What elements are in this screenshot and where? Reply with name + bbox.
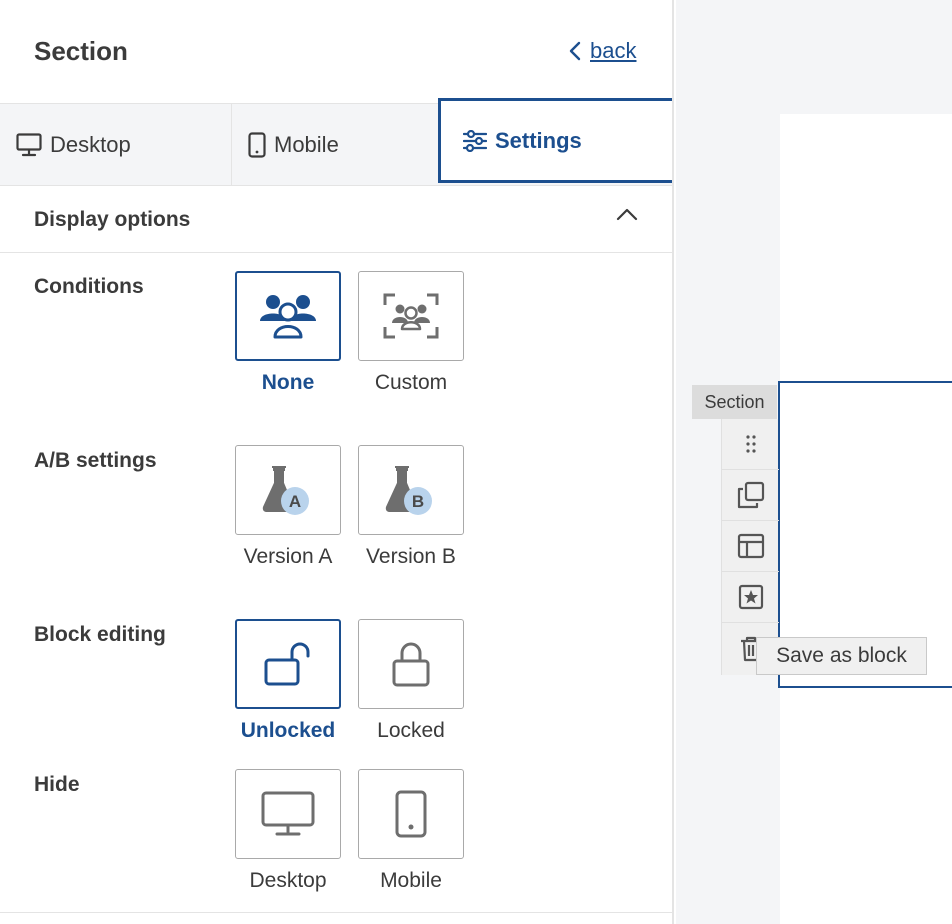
monitor-icon bbox=[16, 132, 42, 156]
phone-icon bbox=[395, 790, 427, 838]
drag-handle-icon bbox=[745, 435, 756, 453]
section-tag: Section bbox=[692, 385, 777, 419]
tab-bar: Desktop Mobile Settings bbox=[0, 98, 672, 186]
condition-none-option[interactable] bbox=[235, 271, 341, 361]
lock-icon bbox=[392, 642, 430, 687]
duplicate-button[interactable] bbox=[722, 470, 779, 521]
badge-b: B bbox=[412, 492, 424, 511]
drag-handle-button[interactable] bbox=[722, 419, 779, 470]
tab-desktop[interactable]: Desktop bbox=[0, 104, 232, 185]
back-label: back bbox=[590, 38, 637, 63]
settings-panel: Section back Desktop Mobile Settings Dis… bbox=[0, 0, 674, 924]
unlocked-label: Unlocked bbox=[240, 719, 336, 742]
tab-label: Desktop bbox=[50, 131, 131, 157]
hide-label: Hide bbox=[34, 773, 80, 796]
users-frame-icon bbox=[383, 293, 439, 339]
display-options-title: Display options bbox=[34, 208, 191, 231]
ab-settings-label: A/B settings bbox=[34, 449, 157, 472]
layout-button[interactable] bbox=[722, 521, 779, 572]
tooltip: Save as block bbox=[756, 637, 927, 675]
version-a-option[interactable]: A bbox=[235, 445, 341, 535]
version-b-label: Version B bbox=[366, 545, 456, 568]
tab-settings[interactable]: Settings bbox=[438, 98, 672, 183]
tab-label: Mobile bbox=[274, 131, 339, 157]
save-as-block-button[interactable] bbox=[722, 572, 779, 623]
condition-none-label: None bbox=[261, 371, 315, 394]
users-icon bbox=[260, 295, 316, 339]
divider bbox=[0, 912, 672, 913]
locked-label: Locked bbox=[377, 719, 445, 742]
tab-label: Settings bbox=[495, 127, 582, 153]
hide-desktop-option[interactable] bbox=[235, 769, 341, 859]
panel-title: Section bbox=[34, 36, 128, 66]
condition-custom-option[interactable] bbox=[358, 271, 464, 361]
layout-icon bbox=[737, 533, 764, 559]
version-a-label: Version A bbox=[243, 545, 333, 568]
version-b-option[interactable]: B bbox=[358, 445, 464, 535]
phone-icon bbox=[248, 131, 266, 158]
hide-mobile-label: Mobile bbox=[380, 869, 442, 892]
hide-mobile-option[interactable] bbox=[358, 769, 464, 859]
sliders-icon bbox=[463, 129, 487, 152]
condition-custom-label: Custom bbox=[374, 371, 448, 394]
duplicate-icon bbox=[737, 481, 764, 509]
panel-header: Section back bbox=[0, 0, 672, 104]
chevron-up-icon[interactable] bbox=[614, 204, 640, 224]
chevron-left-icon bbox=[569, 41, 581, 61]
block-editing-label: Block editing bbox=[34, 623, 166, 646]
star-icon bbox=[738, 584, 763, 610]
unlock-icon bbox=[264, 642, 310, 686]
conditions-label: Conditions bbox=[34, 275, 144, 298]
flask-a-icon: A bbox=[262, 466, 309, 515]
locked-option[interactable] bbox=[358, 619, 464, 709]
display-options-header[interactable]: Display options bbox=[0, 186, 672, 253]
tab-mobile[interactable]: Mobile bbox=[232, 104, 438, 185]
back-link[interactable]: back bbox=[568, 38, 636, 64]
flask-b-icon: B bbox=[385, 466, 432, 515]
unlocked-option[interactable] bbox=[235, 619, 341, 709]
hide-desktop-label: Desktop bbox=[249, 869, 327, 892]
badge-a: A bbox=[289, 492, 301, 511]
monitor-icon bbox=[261, 791, 315, 836]
